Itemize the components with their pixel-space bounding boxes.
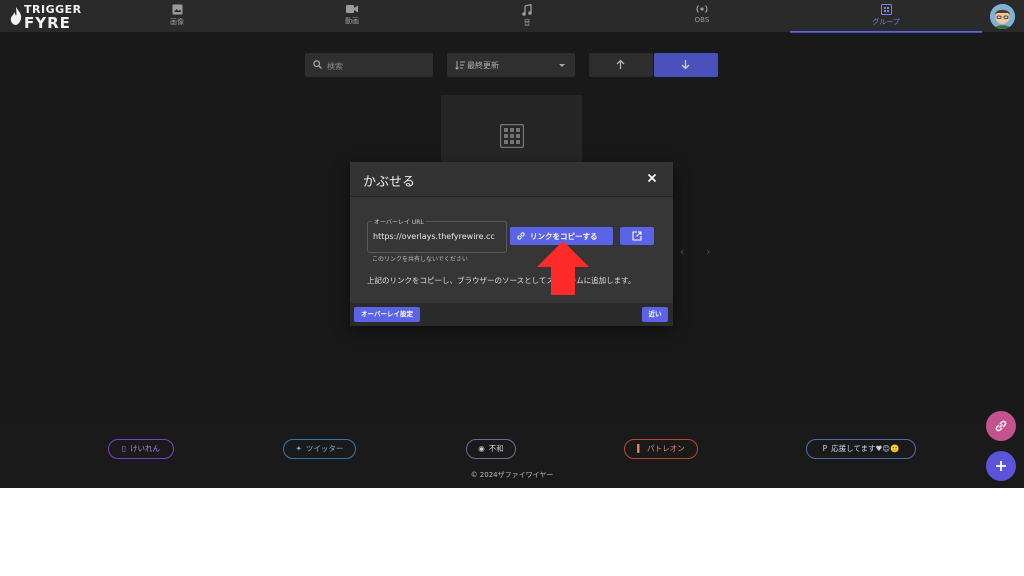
copyright-text: © 2024ザファイワイヤー — [470, 471, 554, 479]
patreon-label: パトレオン — [647, 444, 685, 453]
discord-link[interactable]: ◉ 不和 — [466, 439, 516, 459]
dialog-footer: オーバーレイ設定 近い — [350, 303, 673, 326]
twitch-link[interactable]: ▯ けいれん — [108, 439, 174, 459]
nav-label: 音 — [523, 19, 531, 27]
add-fab-button[interactable] — [986, 451, 1016, 481]
close-button[interactable]: 近い — [642, 307, 668, 322]
nav-item-obs[interactable]: OBS — [662, 0, 742, 32]
link-icon — [995, 420, 1007, 432]
overlay-url-field[interactable]: オーバーレイ URL https://overlays.thefyrewire.… — [367, 217, 507, 253]
paypal-link[interactable]: P 応援してます♥😊🙂 — [806, 439, 916, 459]
discord-icon: ◉ — [478, 444, 485, 453]
nav-label: 動画 — [345, 17, 359, 25]
twitter-label: ツイッター — [305, 444, 344, 453]
app-window: TRIGGER FYRE 画像 動画 音 OBS グループ 検索 最終更新 ‹ … — [0, 0, 1024, 488]
image-icon — [172, 4, 182, 15]
discord-label: 不和 — [488, 444, 504, 453]
nav-label: OBS — [694, 16, 710, 24]
user-avatar-icon — [990, 4, 1015, 29]
top-navigation-bar: TRIGGER FYRE 画像 動画 音 OBS グループ — [0, 0, 1024, 33]
twitter-link[interactable]: ✦ ツイッター — [283, 439, 356, 459]
nav-label: グループ — [872, 18, 900, 26]
plus-icon — [996, 461, 1006, 471]
link-fab-button[interactable] — [986, 411, 1016, 441]
nav-item-sounds[interactable]: 音 — [487, 0, 567, 32]
group-grid-icon — [880, 4, 892, 15]
open-in-new-tab-button[interactable] — [620, 227, 654, 245]
patreon-icon: ▍ — [637, 444, 644, 453]
avatar[interactable] — [990, 4, 1015, 29]
overlay-settings-button[interactable]: オーバーレイ設定 — [354, 307, 420, 322]
dialog-body: オーバーレイ URL https://overlays.thefyrewire.… — [350, 197, 673, 303]
music-note-icon — [522, 4, 532, 16]
overlay-url-value[interactable]: https://overlays.thefyrewire.cc — [373, 232, 503, 241]
overlay-dialog: かぶせる オーバーレイ URL https://overlays.thefyre… — [350, 162, 673, 326]
page-footer: ▯ けいれん ✦ ツイッター ◉ 不和 ▍ パトレオン P 応援してます♥😊🙂 © 202… — [0, 426, 1024, 488]
twitch-label: けいれん — [130, 444, 161, 453]
flame-icon — [10, 7, 22, 25]
nav-item-videos[interactable]: 動画 — [312, 0, 392, 32]
video-icon — [346, 5, 358, 13]
paypal-label: 応援してます♥😊🙂 — [831, 444, 900, 453]
twitter-icon: ✦ — [295, 444, 302, 453]
external-link-icon — [632, 231, 642, 241]
field-hint: このリンクを共有しないでください — [372, 256, 468, 263]
paypal-icon: P — [822, 444, 828, 453]
overlay-url-label: オーバーレイ URL — [372, 217, 426, 226]
close-icon[interactable] — [646, 172, 658, 184]
red-arrow-annotation — [537, 241, 589, 295]
twitch-icon: ▯ — [121, 444, 127, 453]
nav-label: 画像 — [170, 18, 184, 26]
trigger-fyre-logo[interactable]: TRIGGER FYRE — [10, 3, 82, 32]
dialog-description: 上記のリンクをコピーし、ブラウザーのソースとしてストリームに追加します。 — [367, 276, 636, 285]
broadcast-icon — [696, 5, 708, 13]
patreon-link[interactable]: ▍ パトレオン — [624, 439, 698, 459]
logo-line-2: FYRE — [24, 14, 71, 32]
link-icon — [517, 232, 525, 240]
nav-item-groups[interactable]: グループ — [846, 0, 926, 32]
dialog-header: かぶせる — [350, 162, 673, 197]
nav-item-images[interactable]: 画像 — [137, 0, 217, 32]
dialog-title: かぶせる — [363, 175, 416, 190]
